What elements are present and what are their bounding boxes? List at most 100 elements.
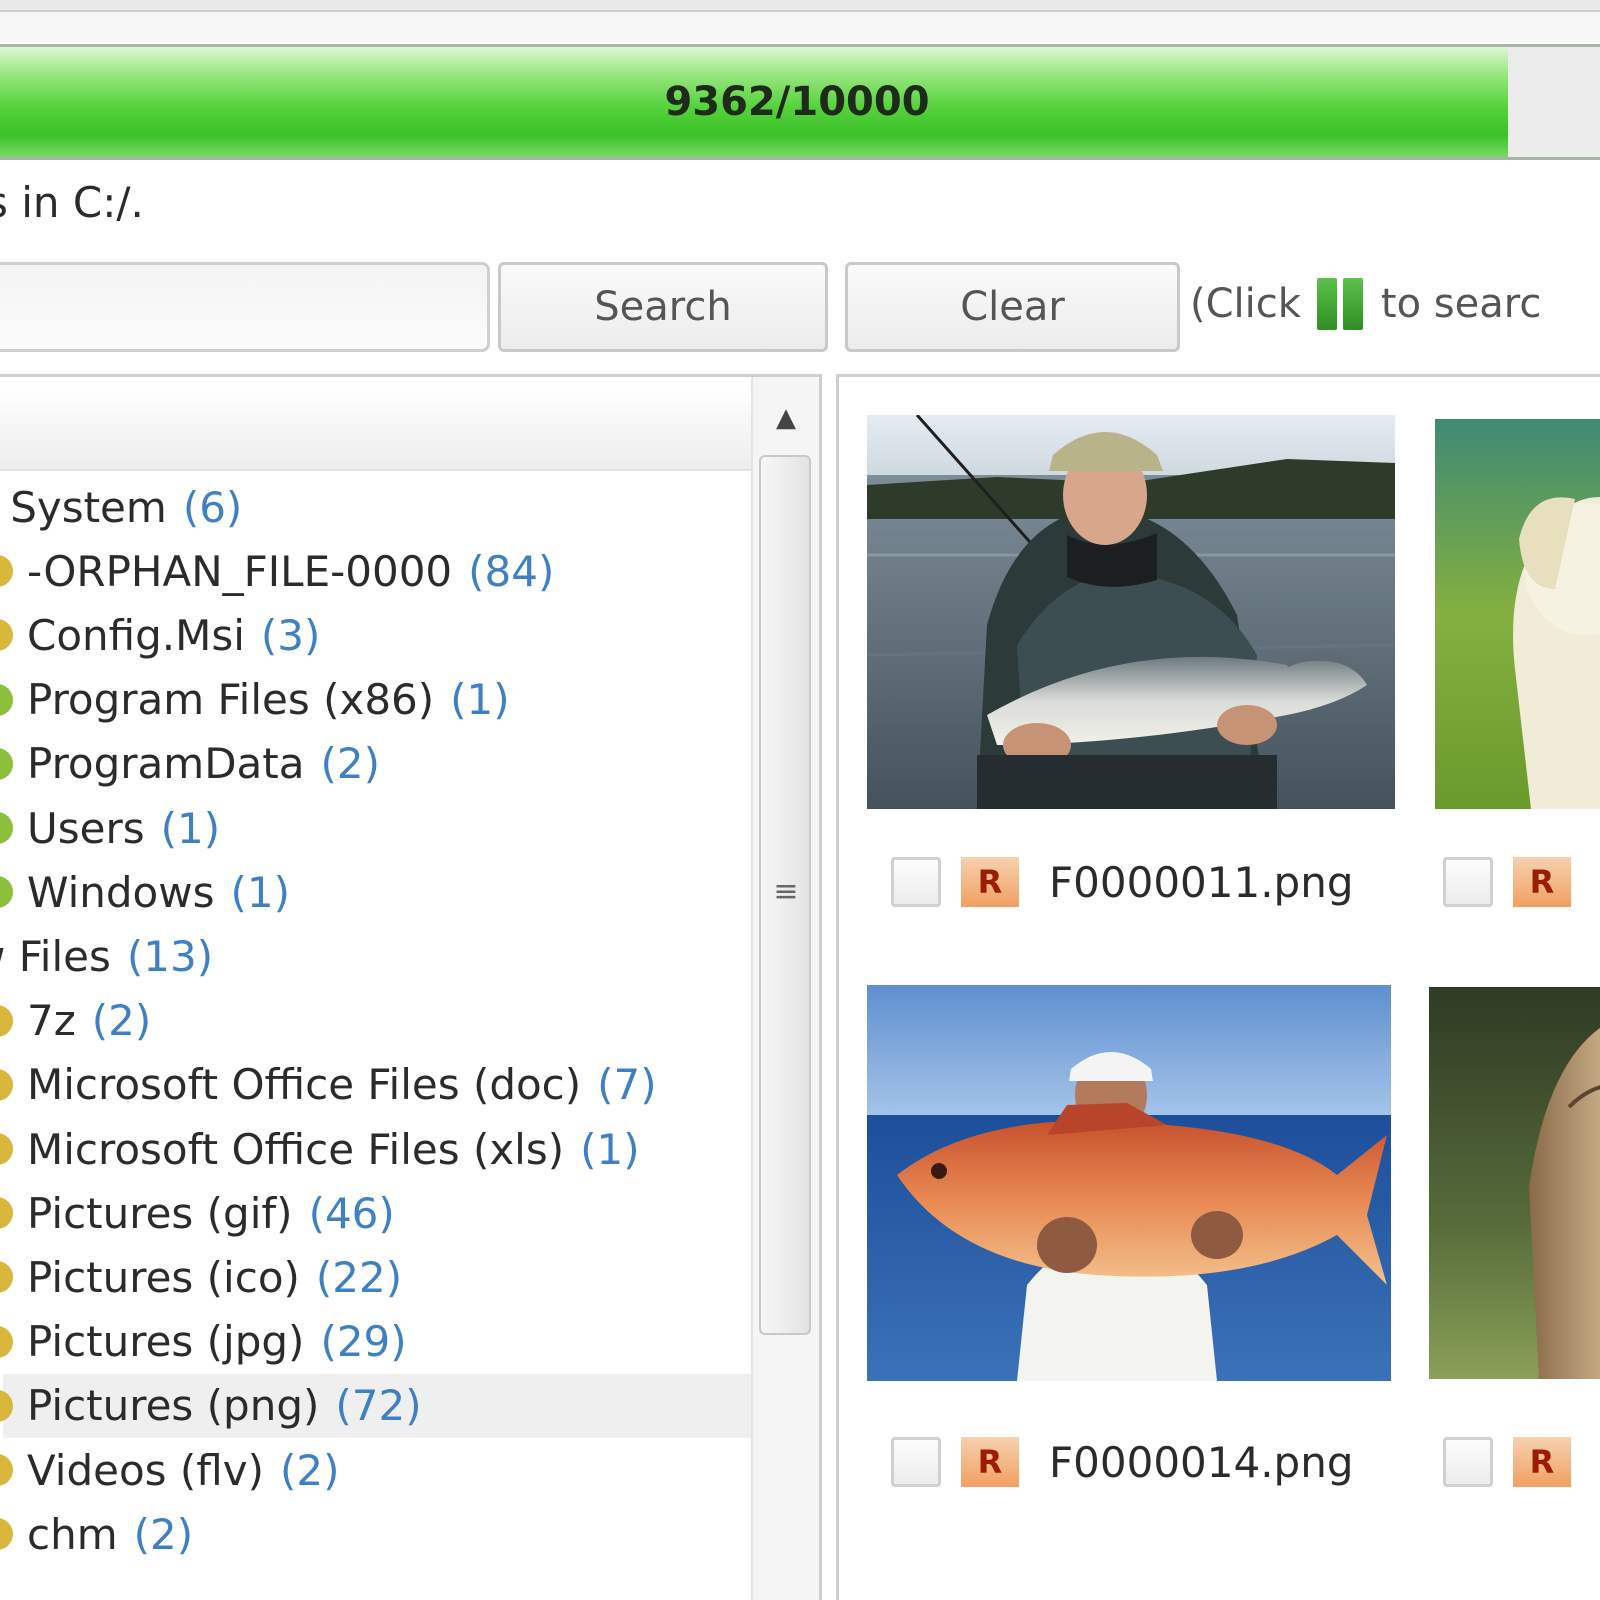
search-button[interactable]: Search <box>498 262 828 352</box>
tree-item-count: (1) <box>450 675 510 725</box>
tree-item-count: (2) <box>280 1445 340 1495</box>
thumbnail-3[interactable] <box>867 985 1391 1381</box>
tree-scrollbar[interactable]: ▲ ≡ <box>751 377 819 1600</box>
scan-status-text: s in C:/. <box>0 178 144 227</box>
play-pause-icon <box>1316 278 1363 330</box>
tree-item-label: Program Files (x86) <box>27 675 435 725</box>
tree-item[interactable]: Pictures (png) (72) <box>0 1373 761 1438</box>
image-file-icon: R <box>961 857 1019 907</box>
tree-item-count: (13) <box>126 931 214 981</box>
scroll-up-arrow-icon[interactable]: ▲ <box>753 383 819 453</box>
tree-item[interactable]: Microsoft Office Files (doc) (7) <box>0 1053 657 1117</box>
file-checkbox[interactable] <box>891 1437 941 1487</box>
file-item-4: R <box>1443 1437 1600 1487</box>
search-hint: (Click to searc <box>1190 278 1541 330</box>
thumbnail-2[interactable] <box>1435 419 1600 809</box>
file-tree-panel: e System (6) -ORPHAN_FILE-0000 (84) Config.M… <box>0 374 822 1600</box>
folder-icon <box>0 1197 13 1230</box>
tree-item-count: (2) <box>320 739 381 789</box>
tree-item-label: 7z <box>27 996 76 1046</box>
folder-icon <box>0 1325 13 1358</box>
tree-item[interactable]: e System (6) <box>0 475 242 539</box>
tree-item[interactable]: Pictures (jpg) (29) <box>0 1310 407 1374</box>
image-file-icon: R <box>1513 1437 1571 1487</box>
tree-item-count: (29) <box>320 1317 407 1367</box>
folder-icon <box>0 1261 13 1294</box>
tree-item-count: (2) <box>133 1509 194 1559</box>
file-checkbox[interactable] <box>1443 857 1493 907</box>
tree-item-label: Pictures (png) <box>27 1381 320 1431</box>
window-top-edge <box>0 0 1600 12</box>
file-checkbox[interactable] <box>891 857 941 907</box>
progress-label: 9362/10000 <box>664 79 930 125</box>
tree-item[interactable]: Program Files (x86) (1) <box>0 668 510 732</box>
tree-item-count: (22) <box>315 1252 403 1302</box>
folder-icon <box>0 812 13 844</box>
tree-item-count: (7) <box>597 1060 657 1110</box>
tree-item-label: Config.Msi <box>27 610 245 660</box>
tree-item-count: (6) <box>182 482 243 532</box>
scroll-thumb[interactable]: ≡ <box>759 455 811 1335</box>
file-item-2: R <box>1443 857 1600 907</box>
tree-item-label: e System <box>0 482 167 532</box>
hint-suffix: to searc <box>1380 281 1542 327</box>
file-checkbox[interactable] <box>1443 1437 1493 1487</box>
toolbar-band <box>0 12 1600 42</box>
folder-icon <box>0 1004 13 1037</box>
folder-icon <box>0 876 13 909</box>
tree-item[interactable]: chm (2) <box>0 1502 194 1566</box>
tree-item-label: Pictures (jpg) <box>27 1317 305 1367</box>
tree-item-count: (46) <box>308 1188 395 1238</box>
tree-item-count: (2) <box>91 996 152 1046</box>
tree-item-count: (84) <box>468 546 555 596</box>
tree-item-label: w Files <box>0 931 111 981</box>
tree-item-label: Videos (flv) <box>27 1445 264 1495</box>
file-item-3: R F0000014.png <box>891 1437 1354 1487</box>
clear-button[interactable]: Clear <box>845 262 1180 352</box>
thumbnail-4[interactable] <box>1429 987 1600 1379</box>
folder-icon <box>0 619 13 652</box>
tree-item[interactable]: w Files (13) <box>0 924 213 988</box>
tree-item[interactable]: -ORPHAN_FILE-0000 (84) <box>0 539 555 603</box>
folder-icon <box>0 1518 13 1551</box>
scan-progress-bar: 9362/10000 <box>0 44 1600 160</box>
file-name[interactable]: F0000014.png <box>1049 1438 1354 1487</box>
tree-item[interactable]: Config.Msi (3) <box>0 603 321 667</box>
image-file-icon: R <box>961 1437 1019 1487</box>
folder-icon <box>0 1454 13 1486</box>
tree-item-count: (1) <box>230 867 290 917</box>
tree-item[interactable]: Videos (flv) (2) <box>0 1438 340 1502</box>
tree-item[interactable]: Users (1) <box>0 796 221 860</box>
hint-prefix: (Click <box>1190 281 1301 327</box>
thumbnail-grid-panel: R F0000011.png R R F0000014.png R <box>836 374 1600 1600</box>
tree-item-label: Microsoft Office Files (doc) <box>27 1060 582 1110</box>
folder-icon <box>0 1133 13 1165</box>
tree-item-label: Microsoft Office Files (xls) <box>27 1124 565 1174</box>
tree-item[interactable]: Pictures (ico) (22) <box>0 1245 403 1309</box>
tree-item-label: chm <box>27 1509 118 1559</box>
file-item-1: R F0000011.png <box>891 857 1354 907</box>
tree-item[interactable]: 7z (2) <box>0 989 152 1053</box>
tree-item-label: ProgramData <box>27 739 305 789</box>
tree-header <box>0 385 753 471</box>
folder-icon <box>0 747 13 780</box>
tree-item-count: (3) <box>260 610 321 660</box>
folder-icon <box>0 1389 13 1422</box>
tree-item-count: (1) <box>580 1124 640 1174</box>
search-input[interactable] <box>0 262 490 352</box>
folder-icon <box>0 555 13 588</box>
tree-item-label: Users <box>27 803 145 853</box>
folder-icon <box>0 683 13 716</box>
tree-item-label: Windows <box>27 867 215 917</box>
grip-icon: ≡ <box>773 874 799 909</box>
tree-item-label: Pictures (gif) <box>27 1188 293 1238</box>
image-file-icon: R <box>1513 857 1571 907</box>
tree-item[interactable]: Microsoft Office Files (xls) (1) <box>0 1117 640 1181</box>
tree-item-label: Pictures (ico) <box>27 1252 300 1302</box>
tree-item[interactable]: ProgramData (2) <box>0 732 381 796</box>
tree-item[interactable]: Pictures (gif) (46) <box>0 1181 395 1245</box>
tree-item[interactable]: Windows (1) <box>0 860 290 924</box>
file-name[interactable]: F0000011.png <box>1049 858 1354 907</box>
thumbnail-1[interactable] <box>867 415 1395 809</box>
tree-item-count: (1) <box>160 803 221 853</box>
